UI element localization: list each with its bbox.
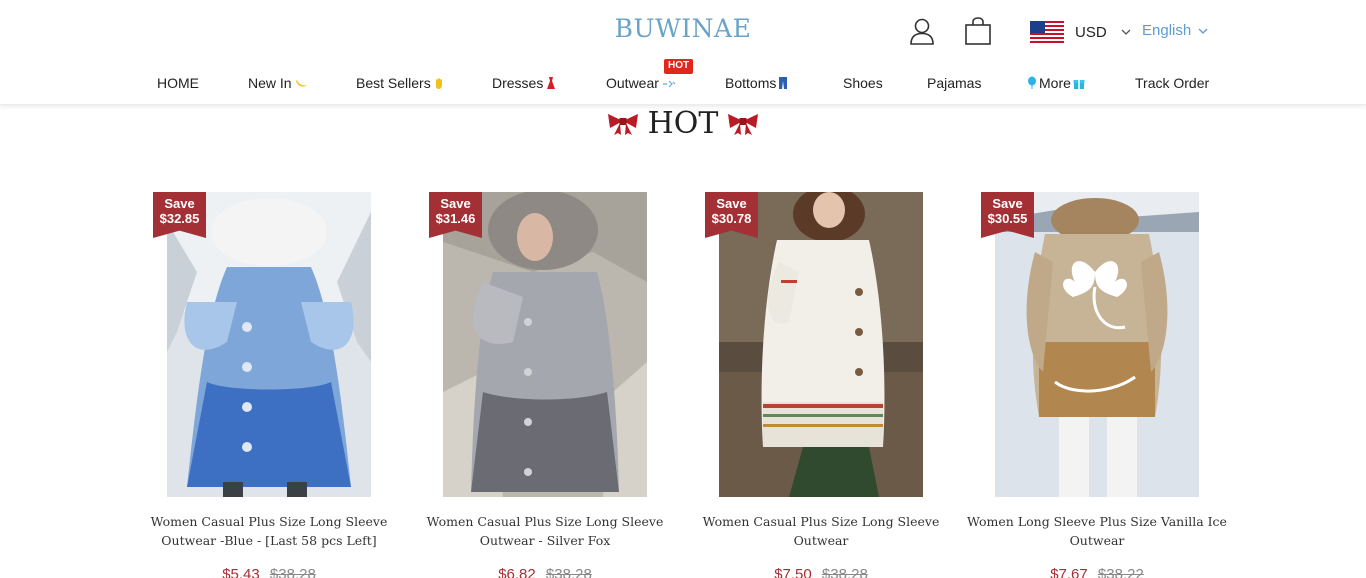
product-price: $7.67 xyxy=(1050,566,1088,578)
product-old-price: $38.28 xyxy=(821,566,868,578)
language-label: English xyxy=(1142,22,1192,39)
save-label: Save xyxy=(992,196,1023,211)
product-price-row: $6.82 $38.28 xyxy=(443,566,647,578)
nav-item-shoes[interactable]: Shoes xyxy=(843,75,883,91)
main-nav: HOME New In Best Sellers Dresses Outwear xyxy=(0,59,1366,97)
site-header: BUWINAE USD English HOME New In Best Sel… xyxy=(0,0,1366,105)
language-selector[interactable]: English xyxy=(1142,22,1208,39)
nav-item-label: Bottoms xyxy=(725,75,777,91)
product-price-row: $7.50 $38.28 xyxy=(719,566,923,578)
product-title[interactable]: Women Casual Plus Size Long Sleeve Outwe… xyxy=(413,512,677,550)
red-bow-icon xyxy=(607,113,638,135)
nav-item-dresses[interactable]: Dresses xyxy=(492,75,557,91)
nav-item-label: More xyxy=(1039,75,1071,91)
currency-label: USD xyxy=(1075,23,1107,41)
save-label: Save xyxy=(440,196,471,211)
product-image[interactable] xyxy=(167,192,371,497)
chevron-down-icon xyxy=(1121,29,1131,35)
nav-item-label: Track Order xyxy=(1135,75,1210,91)
section-title: HOT xyxy=(0,106,1366,141)
nav-item-more[interactable]: More xyxy=(1027,75,1085,91)
nav-item-label: HOME xyxy=(157,75,199,91)
gift-icon xyxy=(1073,79,1085,89)
save-amount: $30.78 xyxy=(711,211,752,226)
product-old-price: $38.22 xyxy=(1097,566,1144,578)
save-amount: $30.55 xyxy=(987,211,1028,226)
nav-item-best-sellers[interactable]: Best Sellers xyxy=(356,75,445,91)
nav-item-pajamas[interactable]: Pajamas xyxy=(927,75,981,91)
product-image[interactable] xyxy=(443,192,647,497)
save-amount: $32.85 xyxy=(159,211,200,226)
nav-item-outwear[interactable]: Outwear xyxy=(606,75,677,91)
product-price: $5.43 xyxy=(222,566,260,578)
nav-item-label: Dresses xyxy=(492,75,544,91)
hot-badge: HOT xyxy=(664,59,694,74)
chevron-down-icon xyxy=(1198,28,1208,34)
product-old-price: $38.28 xyxy=(269,566,316,578)
nav-item-label: Best Sellers xyxy=(356,75,431,91)
save-label: Save xyxy=(164,196,195,211)
user-icon[interactable] xyxy=(908,17,936,45)
balloon-icon xyxy=(1028,76,1036,89)
product-price-row: $7.67 $38.22 xyxy=(995,566,1199,578)
product-title[interactable]: Women Casual Plus Size Long Sleeve Outwe… xyxy=(137,512,401,550)
product-title[interactable]: Women Casual Plus Size Long Sleeve Outwe… xyxy=(689,512,953,550)
product-image[interactable] xyxy=(995,192,1199,497)
nav-item-track-order[interactable]: Track Order xyxy=(1135,75,1209,91)
product-price-row: $5.43 $38.28 xyxy=(167,566,371,578)
shopping-bag-icon[interactable] xyxy=(963,17,993,46)
banana-icon xyxy=(295,80,307,87)
product-image[interactable] xyxy=(719,192,923,497)
nav-item-label: Outwear xyxy=(606,75,659,91)
us-flag-icon xyxy=(1030,21,1064,43)
save-label: Save xyxy=(716,196,747,211)
product-price: $6.82 xyxy=(498,566,536,578)
section-title-text: HOT xyxy=(647,106,719,141)
nav-item-bottoms[interactable]: Bottoms xyxy=(725,75,788,91)
nav-item-new-in[interactable]: New In xyxy=(248,75,308,91)
product-title[interactable]: Women Long Sleeve Plus Size Vanilla Ice … xyxy=(965,512,1229,550)
dress-icon xyxy=(547,77,556,89)
red-bow-icon xyxy=(728,113,759,135)
currency-selector[interactable]: USD xyxy=(1030,20,1131,44)
product-price: $7.50 xyxy=(774,566,812,578)
hand-icon xyxy=(435,77,442,89)
sparkle-icon xyxy=(662,80,676,88)
nav-item-label: New In xyxy=(248,75,292,91)
nav-item-label: Shoes xyxy=(843,75,883,91)
product-old-price: $38.28 xyxy=(545,566,592,578)
nav-item-label: Pajamas xyxy=(927,75,982,91)
nav-item-home[interactable]: HOME xyxy=(157,75,199,91)
jeans-icon xyxy=(779,77,788,89)
save-amount: $31.46 xyxy=(435,211,476,226)
